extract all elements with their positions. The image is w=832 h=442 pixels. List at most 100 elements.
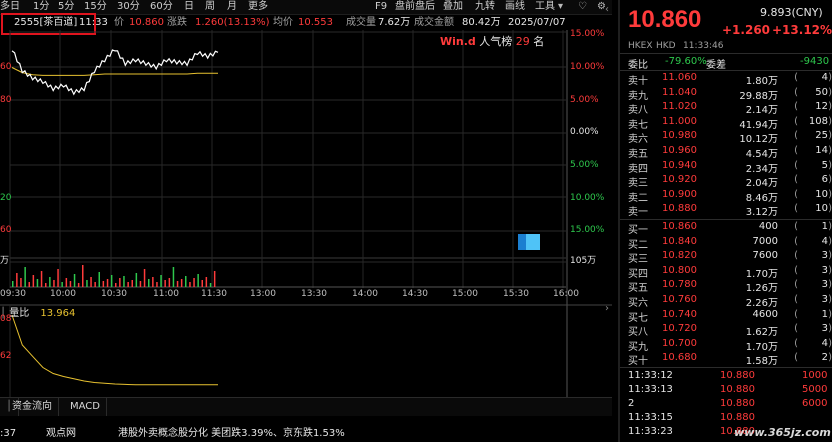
ask-row[interactable]: 卖六 10.980 10.12万 25 () xyxy=(628,130,832,145)
bid-row[interactable]: 买三 10.820 7600 3 () xyxy=(628,250,832,265)
paren-close: ) xyxy=(828,203,832,215)
paren-open: ( xyxy=(794,115,798,127)
ask-volume: 29.88万 xyxy=(739,90,778,102)
heart-icon[interactable]: ♡ xyxy=(578,0,587,14)
change-label: 涨跌 xyxy=(167,17,187,28)
volume-bar xyxy=(131,280,133,287)
bid-price: 10.800 xyxy=(662,264,697,276)
tick-row: 11:33:15 10.880 xyxy=(628,412,832,427)
bid-row[interactable]: 买一 10.860 400 1 () xyxy=(628,221,832,236)
ask-row[interactable]: 卖三 10.920 2.04万 6 () xyxy=(628,174,832,189)
bid-label: 买三 xyxy=(628,254,648,266)
bid-label: 买四 xyxy=(628,268,648,280)
news-source[interactable]: 观点网 xyxy=(46,426,76,442)
ask-count: 5 xyxy=(821,159,828,171)
ask-count: 50 xyxy=(815,86,828,98)
avg-value: 10.553 xyxy=(298,17,333,28)
pct-tick-3: 5.00% xyxy=(570,95,599,105)
volume-bars xyxy=(12,265,216,287)
x-tick-1530: 15:30 xyxy=(503,289,529,299)
bid-row[interactable]: 买九 10.700 1.70万 4 () xyxy=(628,338,832,353)
period-30min[interactable]: 30分 xyxy=(117,0,140,14)
avg-label: 均价 xyxy=(273,17,293,28)
bid-row[interactable]: 买五 10.780 1.26万 3 () xyxy=(628,279,832,294)
tick-price: 10.880 xyxy=(720,370,755,381)
bid-row[interactable]: 买七 10.740 4600 1 () xyxy=(628,309,832,324)
pct-tick-6: 10.00% xyxy=(570,193,605,203)
period-5min[interactable]: 5分 xyxy=(58,0,74,14)
overlay-button[interactable]: 叠加 xyxy=(443,0,463,14)
volume-bar xyxy=(16,273,18,287)
volume-bar xyxy=(57,269,59,287)
date-value: 2025/07/07 xyxy=(508,17,566,28)
nine-turn-button[interactable]: 九转 xyxy=(475,0,495,14)
period-day[interactable]: 日 xyxy=(184,0,194,14)
paren-close: ) xyxy=(828,264,832,276)
period-60min[interactable]: 60分 xyxy=(150,0,173,14)
draw-line-button[interactable]: 画线 xyxy=(505,0,525,14)
intraday-chart[interactable] xyxy=(0,30,612,397)
ask-count: 14 xyxy=(815,145,828,156)
volume-bar xyxy=(90,277,92,287)
period-multiday[interactable]: 多日 xyxy=(0,0,20,14)
bid-row[interactable]: 买四 10.800 1.70万 3 () xyxy=(628,265,832,280)
paren-close: ) xyxy=(828,86,832,98)
bid-price: 10.780 xyxy=(662,279,697,291)
webi-label: 委比 xyxy=(628,60,648,71)
tools-dropdown-icon[interactable]: ▾ xyxy=(558,0,563,14)
ask-label: 卖四 xyxy=(628,163,648,175)
left-tick-6: 60 xyxy=(0,225,12,235)
f9-button[interactable]: F9 xyxy=(375,0,387,14)
bid-volume: 400 xyxy=(758,221,778,232)
ask-row[interactable]: 卖七 11.000 41.94万 108 () xyxy=(628,116,832,131)
bid-label: 买八 xyxy=(628,327,648,339)
premarket-button[interactable]: 盘前盘后 xyxy=(395,0,435,14)
period-15min[interactable]: 15分 xyxy=(84,0,107,14)
paren-open: ( xyxy=(794,203,798,215)
news-statusbar: :37 观点网 港股外卖概念股分化 美团跌3.39%、京东跌1.53% xyxy=(0,426,612,442)
expand-right-icon[interactable]: › xyxy=(605,303,609,314)
volume-bar xyxy=(172,267,175,287)
expand-left-icon[interactable]: ‹ xyxy=(605,4,609,15)
period-1min[interactable]: 1分 xyxy=(33,0,49,14)
ask-row[interactable]: 卖二 10.900 8.46万 10 () xyxy=(628,189,832,204)
ask-row[interactable]: 卖四 10.940 2.34万 5 () xyxy=(628,160,832,175)
ask-count: 25 xyxy=(815,130,828,142)
bid-row[interactable]: 买十 10.680 1.58万 2 () xyxy=(628,352,832,367)
volume-bar xyxy=(45,283,47,287)
period-month[interactable]: 月 xyxy=(227,0,237,14)
tab-capital-flow[interactable]: 资金流向 xyxy=(6,398,59,416)
bid-row[interactable]: 买六 10.760 2.26万 3 () xyxy=(628,294,832,309)
ask-volume: 2.04万 xyxy=(745,178,778,190)
pct-tick-5: 5.00% xyxy=(570,160,599,170)
paren-open: ( xyxy=(794,235,798,247)
tab-macd[interactable]: MACD xyxy=(64,398,107,416)
tick-row: 2 10.880 6000 xyxy=(628,398,832,413)
more-menu[interactable]: 更多 xyxy=(248,0,268,14)
ask-row[interactable]: 卖五 10.960 4.54万 14 () xyxy=(628,145,832,160)
volume-bar xyxy=(94,282,96,287)
volume-bar xyxy=(152,277,154,287)
paren-close: ) xyxy=(828,130,832,142)
bid-label: 买七 xyxy=(628,312,648,324)
ask-row[interactable]: 卖十 11.060 1.80万 4 () xyxy=(628,72,832,87)
news-headline[interactable]: 港股外卖概念股分化 美团跌3.39%、京东跌1.53% xyxy=(118,426,345,442)
bid-row[interactable]: 买八 10.720 1.62万 3 () xyxy=(628,323,832,338)
ask-row[interactable]: 卖一 10.880 3.12万 10 () xyxy=(628,203,832,218)
panel-divider xyxy=(620,53,832,54)
ask-label: 卖九 xyxy=(628,90,648,102)
bid-price: 10.680 xyxy=(662,352,697,364)
tools-menu[interactable]: 工具 xyxy=(535,0,555,14)
volume-label: 成交量 xyxy=(346,17,376,28)
bid-row[interactable]: 买二 10.840 7000 4 () xyxy=(628,236,832,251)
ask-row[interactable]: 卖八 11.020 2.14万 12 () xyxy=(628,101,832,116)
ask-price: 11.020 xyxy=(662,101,697,113)
volume-bar xyxy=(20,278,22,287)
ask-price: 11.040 xyxy=(662,86,697,98)
volume-ratio-label: 量比 xyxy=(9,308,30,319)
period-week[interactable]: 周 xyxy=(205,0,215,14)
bid-price: 10.820 xyxy=(662,250,697,262)
price-label: 价 xyxy=(114,17,124,28)
volume-bar xyxy=(28,282,30,287)
ask-row[interactable]: 卖九 11.040 29.88万 50 () xyxy=(628,87,832,102)
